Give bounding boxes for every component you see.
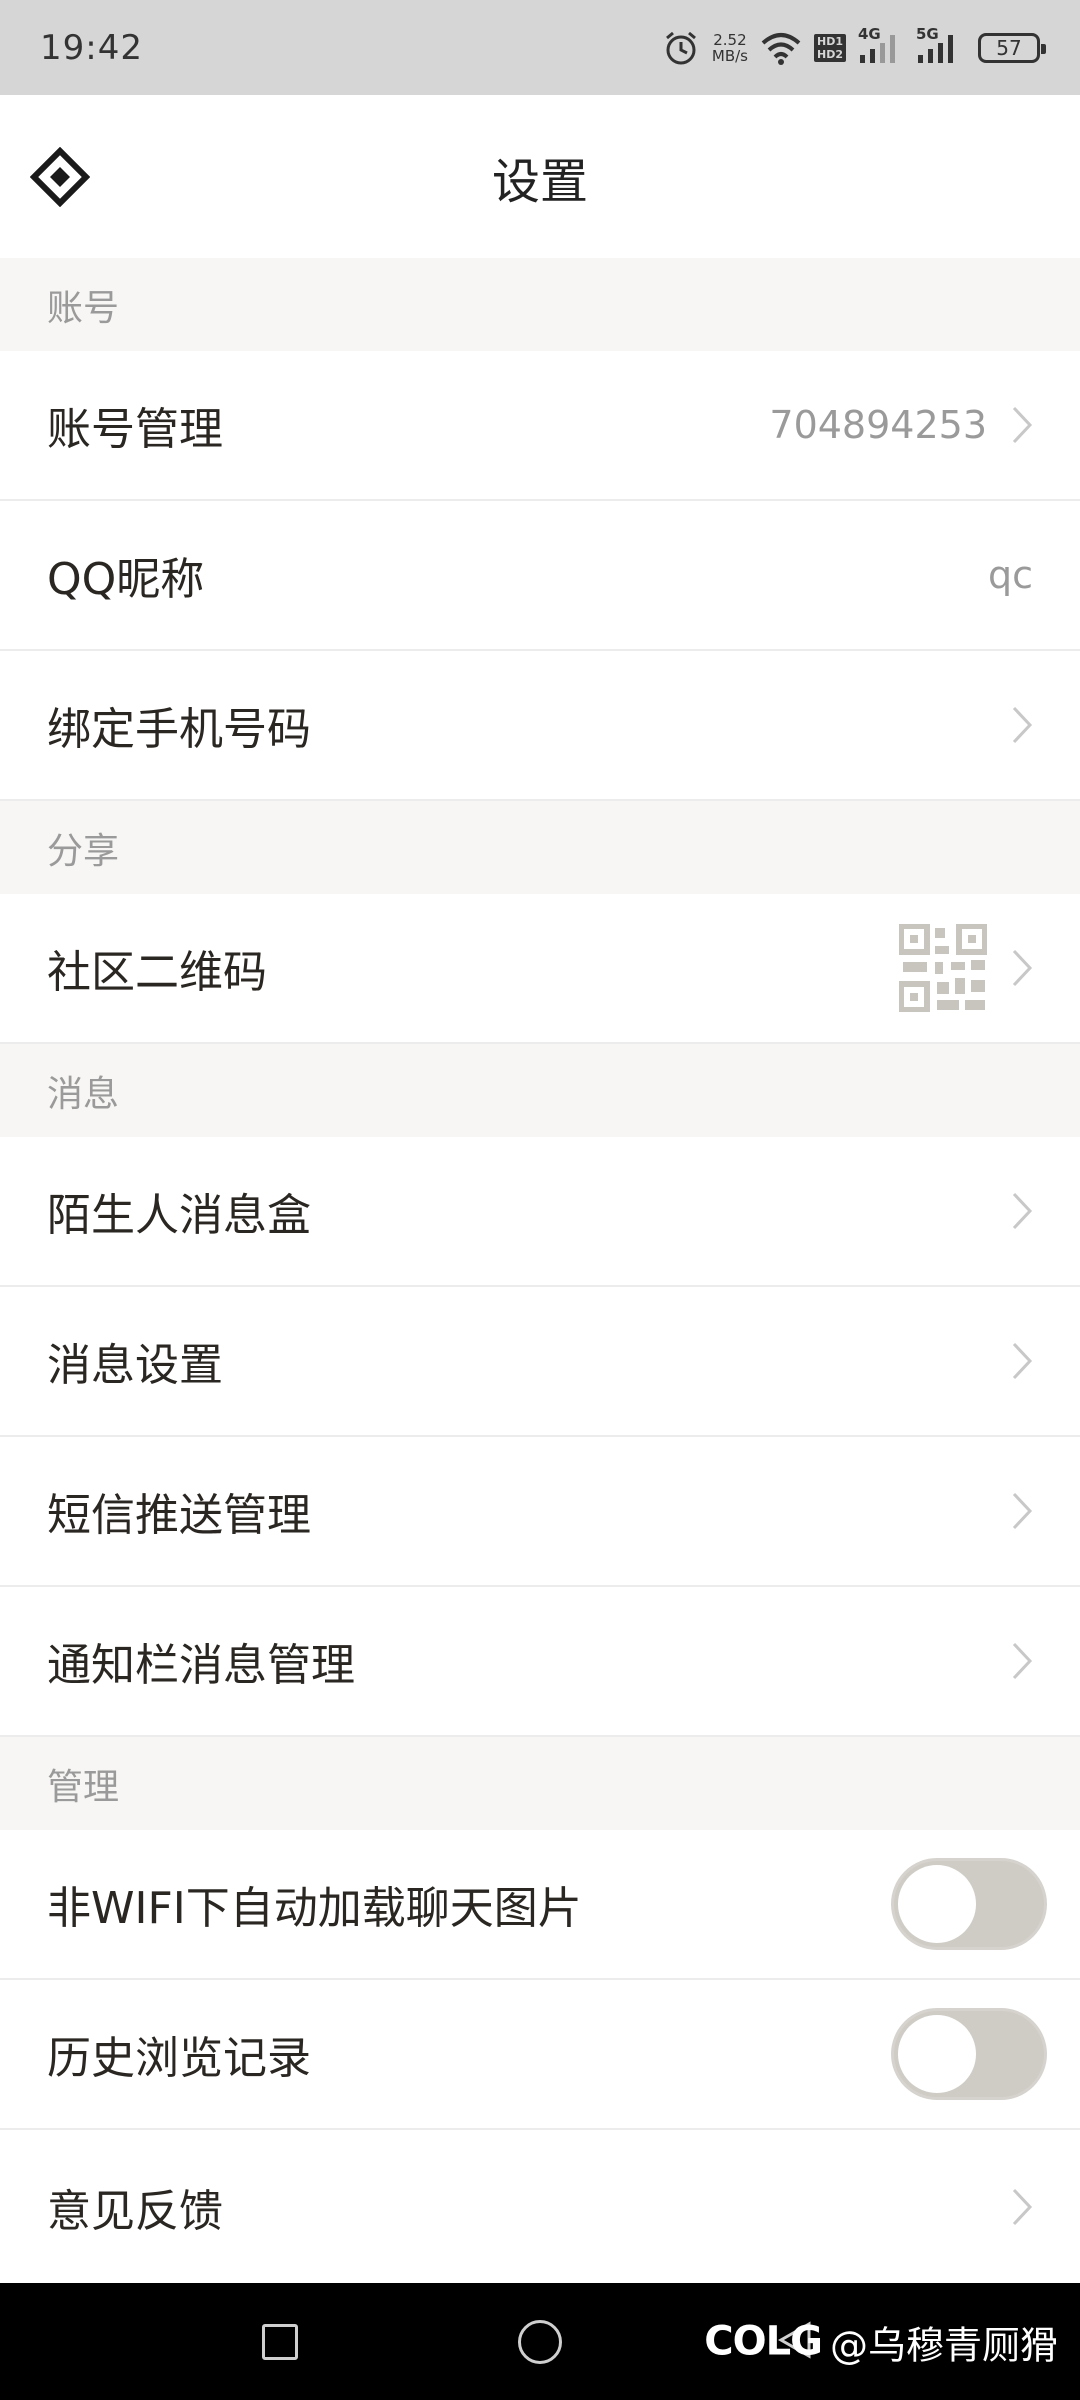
- section-header-manage: 管理: [0, 1737, 1080, 1830]
- row-label: 意见反馈: [47, 2185, 223, 2237]
- row-label: 绑定手机号码: [47, 704, 311, 755]
- speed-unit: MB/s: [711, 46, 748, 65]
- chevron-right-icon: [1012, 1492, 1033, 1530]
- row-sms-push[interactable]: 短信推送管理: [0, 1437, 1080, 1587]
- row-stranger-messages[interactable]: 陌生人消息盒: [0, 1137, 1080, 1287]
- row-qq-nickname[interactable]: QQ昵称 qc: [0, 501, 1080, 651]
- alarm-icon: [662, 29, 700, 67]
- chevron-right-icon: [1012, 406, 1033, 444]
- status-bar: 19:42 2.52 MB/s HD1 HD2 4G 5G 57: [0, 0, 1080, 95]
- system-nav-bar: COLG @乌穆青厕猾: [0, 2283, 1080, 2400]
- chevron-right-icon: [1012, 1192, 1033, 1230]
- signal-4g: 4G: [858, 25, 904, 65]
- chevron-right-icon: [1012, 949, 1033, 987]
- row-community-qrcode[interactable]: 社区二维码: [0, 894, 1080, 1044]
- home-icon[interactable]: [518, 2319, 562, 2364]
- row-message-settings[interactable]: 消息设置: [0, 1287, 1080, 1437]
- section-header-message: 消息: [0, 1044, 1080, 1137]
- section-header-account: 账号: [0, 258, 1080, 351]
- battery-icon: 57: [978, 32, 1046, 63]
- row-auto-load-images: 非WIFI下自动加载聊天图片: [0, 1830, 1080, 1980]
- row-label: 历史浏览记录: [47, 2033, 311, 2084]
- nickname-value: qc: [987, 553, 1033, 597]
- chevron-right-icon: [1012, 1642, 1033, 1680]
- status-time: 19:42: [40, 27, 143, 68]
- auto-load-images-toggle[interactable]: [891, 1858, 1047, 1950]
- row-label: 社区二维码: [47, 947, 267, 998]
- row-bind-phone[interactable]: 绑定手机号码: [0, 651, 1080, 801]
- network-speed: 2.52 MB/s: [712, 32, 748, 64]
- watermark-user: @乌穆青厕猾: [829, 2323, 1058, 2367]
- row-label: 通知栏消息管理: [47, 1640, 355, 1691]
- toggle-knob: [898, 2015, 976, 2093]
- row-label: QQ昵称: [47, 554, 205, 605]
- row-notification-messages[interactable]: 通知栏消息管理: [0, 1587, 1080, 1737]
- row-feedback[interactable]: 意见反馈: [0, 2130, 1080, 2283]
- hd-badge: HD1 HD2: [814, 33, 846, 62]
- row-label: 消息设置: [47, 1340, 223, 1391]
- signal-5g: 5G: [916, 25, 962, 65]
- diamond-logo-icon[interactable]: [29, 146, 91, 207]
- hd1-label: HD1: [817, 34, 843, 48]
- hd2-label: HD2: [817, 47, 843, 61]
- qr-code-icon: [899, 924, 987, 1012]
- row-label: 短信推送管理: [47, 1490, 311, 1541]
- page-title: 设置: [491, 153, 588, 210]
- watermark: COLG @乌穆青厕猾: [704, 2314, 1058, 2369]
- row-label: 账号管理: [47, 404, 223, 455]
- row-label: 非WIFI下自动加载聊天图片: [47, 1883, 582, 1934]
- row-browse-history: 历史浏览记录: [0, 1980, 1080, 2130]
- row-label: 陌生人消息盒: [47, 1190, 311, 1241]
- wifi-icon: [760, 31, 802, 65]
- account-id-value: 704894253: [769, 403, 987, 447]
- chevron-right-icon: [1012, 2188, 1033, 2225]
- chevron-right-icon: [1012, 706, 1033, 744]
- row-account-management[interactable]: 账号管理 704894253: [0, 351, 1080, 501]
- battery-level: 57: [996, 35, 1022, 60]
- signal-5g-label: 5G: [916, 24, 939, 43]
- watermark-brand: COLG: [704, 2318, 823, 2365]
- recent-apps-icon[interactable]: [262, 2323, 298, 2360]
- toggle-knob: [898, 1865, 976, 1943]
- section-header-share: 分享: [0, 801, 1080, 894]
- signal-4g-label: 4G: [858, 24, 881, 43]
- browse-history-toggle[interactable]: [891, 2008, 1047, 2100]
- app-header: 设置: [0, 95, 1080, 258]
- speed-value: 2.52: [713, 30, 747, 49]
- status-icons: 2.52 MB/s HD1 HD2 4G 5G 57: [662, 25, 1046, 67]
- chevron-right-icon: [1012, 1342, 1033, 1380]
